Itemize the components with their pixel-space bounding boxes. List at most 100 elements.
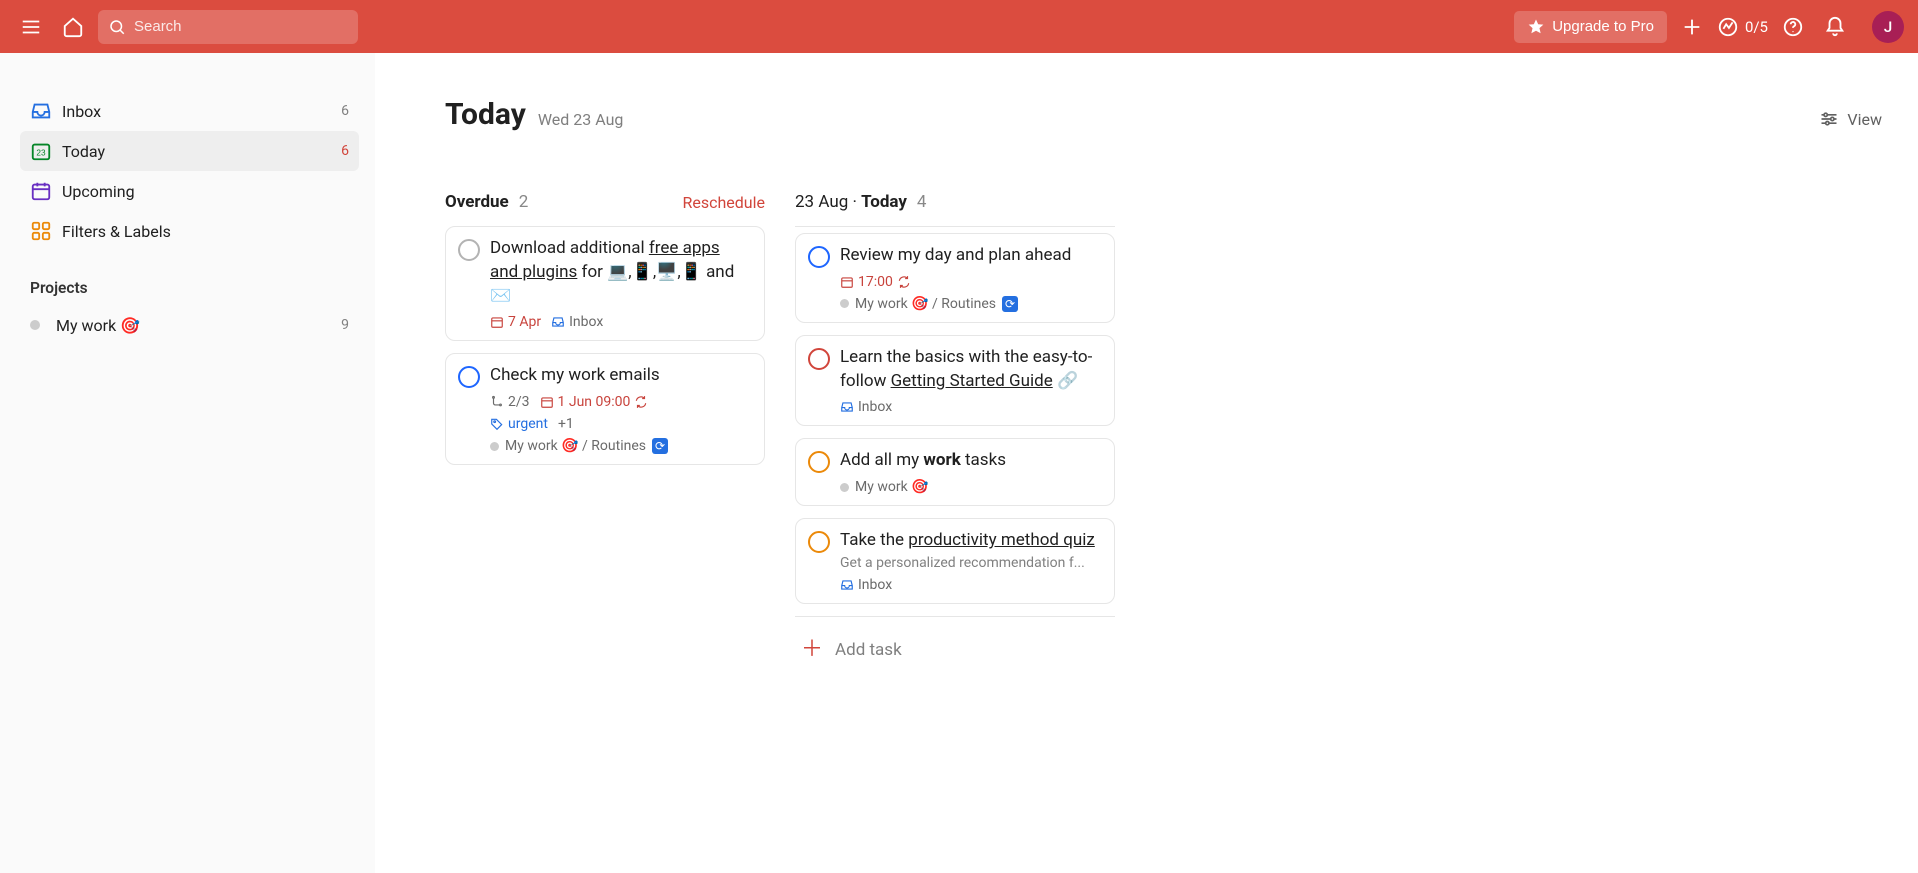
today-icon: 23	[30, 140, 52, 162]
column-today: 23 Aug · Today 4 Review my day and plan …	[795, 192, 1115, 671]
plus-icon	[1681, 16, 1703, 38]
tag-icon	[490, 417, 504, 431]
search-field[interactable]	[98, 10, 358, 44]
search-icon	[108, 18, 126, 36]
add-task-label: Add task	[835, 640, 902, 660]
column-separator	[795, 616, 1115, 617]
recur-icon	[634, 395, 648, 409]
task-card[interactable]: Download additional free apps and plugin…	[445, 226, 765, 341]
project-count: 9	[341, 317, 349, 333]
column-overdue: Overdue 2 Reschedule Download additional…	[445, 192, 765, 477]
sidebar-item-count: 6	[341, 143, 349, 159]
project-dot	[840, 483, 849, 492]
projects-section-title[interactable]: Projects	[30, 279, 359, 297]
project-dot	[490, 442, 499, 451]
upgrade-label: Upgrade to Pro	[1552, 18, 1654, 35]
board: Overdue 2 Reschedule Download additional…	[411, 192, 1882, 671]
sliders-icon	[1819, 109, 1839, 129]
link-icon: 🔗	[1057, 371, 1078, 391]
task-title: Add all my work tasks	[840, 449, 1102, 473]
project-dot	[840, 299, 849, 308]
task-time: 17:00	[840, 274, 911, 290]
task-checkbox[interactable]	[808, 246, 830, 268]
notifications-button[interactable]	[1818, 10, 1852, 44]
task-tag-extra: +1	[558, 416, 574, 432]
subtask-count: 2/3	[490, 394, 530, 410]
help-icon	[1782, 16, 1804, 38]
page-header: Today Wed 23 Aug View	[445, 97, 1882, 132]
task-card[interactable]: Check my work emails 2/3 1 Jun 09:00	[445, 353, 765, 465]
plus-icon: ＋	[801, 639, 823, 661]
task-title: Download additional free apps and plugin…	[490, 237, 752, 308]
sidebar: Inbox 6 23 Today 6 Upcoming Filters & La…	[0, 53, 375, 873]
productivity-counter[interactable]: 0/5	[1717, 16, 1768, 38]
task-project-inbox: Inbox	[840, 399, 892, 415]
filters-icon	[30, 220, 52, 242]
task-checkbox[interactable]	[808, 451, 830, 473]
page-title: Today	[445, 97, 526, 132]
sidebar-item-inbox[interactable]: Inbox 6	[20, 91, 359, 131]
main-content: Today Wed 23 Aug View Overdue 2 Reschedu…	[375, 53, 1918, 873]
task-description: Get a personalized recommendation f...	[840, 555, 1102, 571]
inbox-icon	[840, 578, 854, 592]
column-count: 4	[917, 192, 927, 212]
task-title: Check my work emails	[490, 364, 752, 388]
task-project-inbox: Inbox	[840, 577, 892, 593]
column-separator	[795, 226, 1115, 227]
task-card[interactable]: Learn the basics with the easy-to-follow…	[795, 335, 1115, 427]
task-checkbox[interactable]	[808, 348, 830, 370]
task-project-inbox: Inbox	[551, 314, 603, 330]
project-color-dot	[30, 320, 40, 330]
task-title-link[interactable]: Getting Started Guide	[891, 371, 1053, 391]
sidebar-item-count: 6	[341, 103, 349, 119]
add-task-button[interactable]: ＋ Add task	[795, 629, 1115, 671]
home-button[interactable]	[56, 10, 90, 44]
calendar-icon	[540, 395, 554, 409]
reschedule-button[interactable]: Reschedule	[683, 193, 766, 212]
task-date: 7 Apr	[490, 314, 541, 330]
calendar-icon	[840, 275, 854, 289]
task-title-link[interactable]: productivity method quiz	[908, 530, 1095, 550]
help-button[interactable]	[1776, 10, 1810, 44]
avatar[interactable]: J	[1872, 11, 1904, 43]
inbox-icon	[551, 315, 565, 329]
task-project-path[interactable]: My work 🎯 / Routines	[490, 438, 668, 454]
column-count: 2	[519, 192, 529, 212]
task-title: Review my day and plan ahead	[840, 244, 1102, 268]
view-button[interactable]: View	[1819, 109, 1882, 132]
project-name: My work 🎯	[56, 316, 140, 335]
task-checkbox[interactable]	[808, 531, 830, 553]
hamburger-icon	[20, 16, 42, 38]
menu-toggle-button[interactable]	[14, 10, 48, 44]
search-input[interactable]	[134, 18, 348, 35]
svg-text:23: 23	[36, 149, 46, 158]
task-title: Learn the basics with the easy-to-follow…	[840, 346, 1102, 394]
topbar: Upgrade to Pro 0/5 J	[0, 0, 1918, 53]
task-project-path[interactable]: My work 🎯 / Routines	[840, 296, 1018, 312]
karma-icon	[1717, 16, 1739, 38]
task-card[interactable]: Add all my work tasks My work 🎯	[795, 438, 1115, 506]
inbox-icon	[30, 100, 52, 122]
task-card[interactable]: Take the productivity method quiz Get a …	[795, 518, 1115, 604]
task-checkbox[interactable]	[458, 239, 480, 261]
upgrade-button[interactable]: Upgrade to Pro	[1514, 11, 1667, 43]
sidebar-item-label: Filters & Labels	[62, 222, 171, 241]
task-title: Take the productivity method quiz	[840, 529, 1102, 553]
task-tag[interactable]: urgent	[490, 416, 548, 432]
quick-add-button[interactable]	[1675, 10, 1709, 44]
task-checkbox[interactable]	[458, 366, 480, 388]
task-card[interactable]: Review my day and plan ahead 17:00	[795, 233, 1115, 323]
sidebar-item-filters[interactable]: Filters & Labels	[20, 211, 359, 251]
subtask-icon	[490, 395, 504, 409]
page-date: Wed 23 Aug	[538, 110, 624, 132]
sidebar-item-label: Upcoming	[62, 182, 135, 201]
star-icon	[1527, 18, 1545, 36]
sidebar-item-label: Inbox	[62, 102, 101, 121]
sidebar-item-today[interactable]: 23 Today 6	[20, 131, 359, 171]
sidebar-item-upcoming[interactable]: Upcoming	[20, 171, 359, 211]
task-project-path[interactable]: My work 🎯	[840, 479, 929, 495]
routine-badge-icon	[652, 438, 668, 454]
upcoming-icon	[30, 180, 52, 202]
sidebar-project-my-work[interactable]: My work 🎯 9	[20, 305, 359, 345]
home-icon	[62, 16, 84, 38]
